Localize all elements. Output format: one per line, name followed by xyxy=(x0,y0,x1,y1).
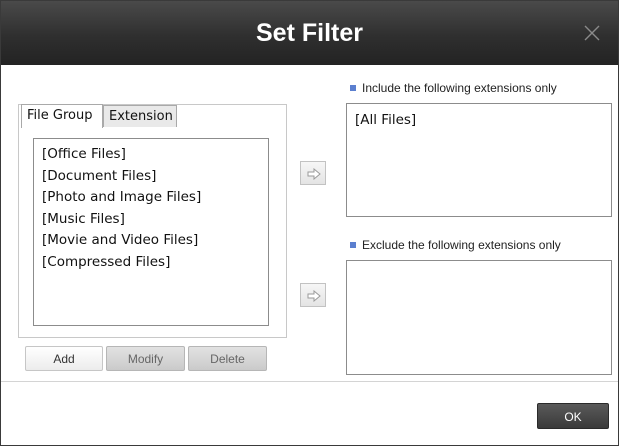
tab-file-group[interactable]: File Group xyxy=(21,104,103,128)
exclude-extensions-list[interactable] xyxy=(346,260,612,375)
add-button[interactable]: Add xyxy=(25,346,103,371)
list-item[interactable]: [Music Files] xyxy=(42,209,268,231)
file-group-list[interactable]: [Office Files] [Document Files] [Photo a… xyxy=(33,138,269,326)
list-item[interactable]: [Office Files] xyxy=(42,144,268,166)
include-extensions-list[interactable]: [All Files] xyxy=(346,103,612,217)
list-item[interactable]: [Movie and Video Files] xyxy=(42,230,268,252)
list-item[interactable]: [Compressed Files] xyxy=(42,252,268,274)
square-bullet-icon xyxy=(350,242,356,248)
arrow-right-icon xyxy=(307,168,321,180)
dialog-title: Set Filter xyxy=(256,19,363,47)
add-to-include-button[interactable] xyxy=(300,161,326,185)
footer-divider xyxy=(1,381,618,382)
arrow-right-icon xyxy=(307,290,321,302)
set-filter-dialog: Set Filter File Group Extension [Office … xyxy=(0,0,619,446)
title-bar: Set Filter xyxy=(1,1,618,65)
tab-extension[interactable]: Extension xyxy=(103,105,177,127)
include-label: Include the following extensions only xyxy=(350,81,557,95)
add-to-exclude-button[interactable] xyxy=(300,283,326,307)
exclude-label: Exclude the following extensions only xyxy=(350,238,561,252)
close-icon[interactable] xyxy=(582,23,602,43)
ok-button[interactable]: OK xyxy=(537,403,609,429)
square-bullet-icon xyxy=(350,85,356,91)
delete-button[interactable]: Delete xyxy=(188,346,267,371)
list-item[interactable]: [Document Files] xyxy=(42,166,268,188)
list-item[interactable]: [Photo and Image Files] xyxy=(42,187,268,209)
modify-button[interactable]: Modify xyxy=(106,346,185,371)
list-item[interactable]: [All Files] xyxy=(355,110,611,130)
